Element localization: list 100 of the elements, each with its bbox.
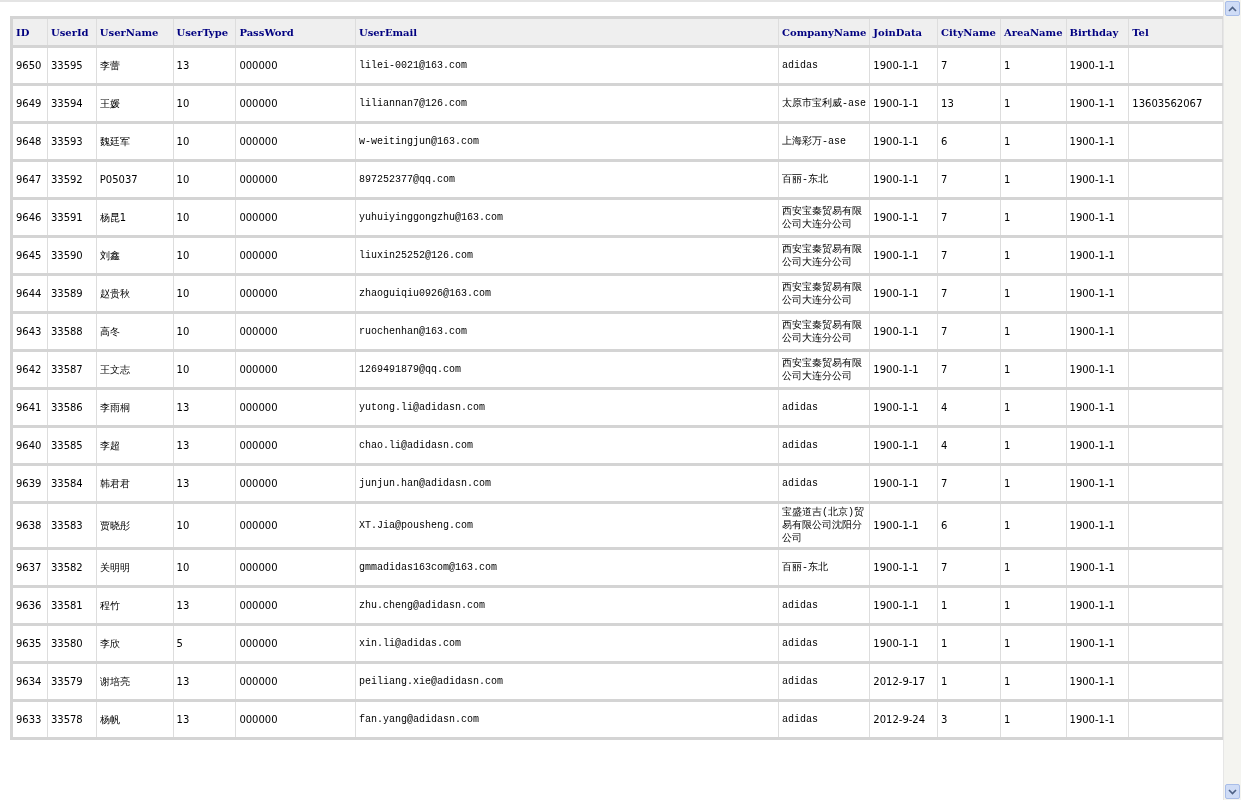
table-cell: 10 [173,312,236,351]
table-cell: 33595 [47,46,97,85]
table-cell: 33587 [47,350,97,389]
table-cell: 7 [937,274,1001,313]
table-cell: 33594 [47,84,97,123]
table-cell: 1900-1-1 [1066,662,1129,701]
table-cell: 程竹 [96,586,173,625]
table-cell: 1900-1-1 [1066,464,1129,503]
table-cell: 宝盛道吉(北京)贸易有限公司沈阳分公司 [778,502,870,549]
table-cell: 33581 [47,586,97,625]
table-cell: 1 [1000,312,1066,351]
table-cell: 10 [173,160,236,199]
table-cell: adidas [778,700,870,739]
table-cell: 9643 [11,312,48,351]
table-cell: 10 [173,502,236,549]
column-header: CompanyName [778,17,870,47]
table-cell: 韩君君 [96,464,173,503]
table-cell: 西安宝秦贸易有限公司大连分公司 [778,236,870,275]
table-cell: 33589 [47,274,97,313]
column-header: PassWord [235,17,356,47]
table-cell: 1 [1000,426,1066,465]
table-cell: 杨昆1 [96,198,173,237]
table-cell: adidas [778,388,870,427]
table-cell: XT.Jia@pousheng.com [355,502,779,549]
table-cell: 000000 [235,624,356,663]
table-cell: 000000 [235,236,356,275]
table-cell: 9639 [11,464,48,503]
table-cell: 1900-1-1 [869,274,938,313]
table-cell: 李雨桐 [96,388,173,427]
table-cell: 33593 [47,122,97,161]
table-cell: 1900-1-1 [869,624,938,663]
table-cell: 9642 [11,350,48,389]
table-cell: 王媛 [96,84,173,123]
table-cell: 4 [937,426,1001,465]
table-cell: adidas [778,586,870,625]
table-cell: 9633 [11,700,48,739]
scroll-down-icon[interactable] [1225,784,1240,799]
column-header: UserEmail [355,17,779,47]
table-cell: 33579 [47,662,97,701]
table-cell: 10 [173,274,236,313]
table-cell: 7 [937,548,1001,587]
table-cell: 000000 [235,312,356,351]
table-cell: 1 [1000,198,1066,237]
table-cell: 6 [937,122,1001,161]
table-cell: zhu.cheng@adidasn.com [355,586,779,625]
table-cell: peiliang.xie@adidasn.com [355,662,779,701]
table-cell: 000000 [235,84,356,123]
table-cell: 5 [173,624,236,663]
table-cell: 李超 [96,426,173,465]
table-cell: 1 [1000,700,1066,739]
table-cell: zhaoguiqiu0926@163.com [355,274,779,313]
table-cell: 李欣 [96,624,173,663]
table-cell: 1 [937,586,1001,625]
table-cell: 7 [937,350,1001,389]
table-cell: 1 [1000,46,1066,85]
table-cell: 33583 [47,502,97,549]
table-cell: 9638 [11,502,48,549]
table-cell: 百丽-东北 [778,548,870,587]
column-header: UserId [47,17,97,47]
table-cell: 1900-1-1 [1066,624,1129,663]
table-cell: 1 [1000,350,1066,389]
table-cell: 33585 [47,426,97,465]
table-cell: 1900-1-1 [1066,548,1129,587]
table-cell: 1 [1000,624,1066,663]
scroll-up-icon[interactable] [1225,1,1240,16]
table-cell: 10 [173,548,236,587]
table-cell: 百丽-东北 [778,160,870,199]
table-cell: 1900-1-1 [869,502,938,549]
table-cell: 13 [173,46,236,85]
table-cell: 10 [173,198,236,237]
table-cell: 关明明 [96,548,173,587]
table-cell: 000000 [235,122,356,161]
table-cell: 000000 [235,548,356,587]
table-cell: 000000 [235,700,356,739]
table-cell: 13 [173,388,236,427]
column-header: JoinData [869,17,938,47]
table-cell: 1900-1-1 [1066,236,1129,275]
table-cell: 6 [937,502,1001,549]
table-cell: 西安宝秦贸易有限公司大连分公司 [778,312,870,351]
table-cell: 1900-1-1 [1066,426,1129,465]
table-cell: gmmadidas163com@163.com [355,548,779,587]
table-cell: 1 [937,662,1001,701]
table-cell: 9636 [11,586,48,625]
table-cell: 2012-9-24 [869,700,938,739]
table-cell: 杨帆 [96,700,173,739]
table-cell: 1900-1-1 [869,464,938,503]
table-cell: 上海彩万-ase [778,122,870,161]
table-cell: 1900-1-1 [869,350,938,389]
table-cell: 9637 [11,548,48,587]
table-cell: 谢培亮 [96,662,173,701]
table-cell: 000000 [235,160,356,199]
vertical-scrollbar[interactable] [1223,0,1241,800]
table-cell: xin.li@adidas.com [355,624,779,663]
table-cell: 1 [1000,160,1066,199]
table-cell: 1900-1-1 [1066,198,1129,237]
table-cell: junjun.han@adidasn.com [355,464,779,503]
table-cell: 1 [1000,662,1066,701]
table-cell: 7 [937,464,1001,503]
table-cell: 1 [937,624,1001,663]
table-cell: 9644 [11,274,48,313]
